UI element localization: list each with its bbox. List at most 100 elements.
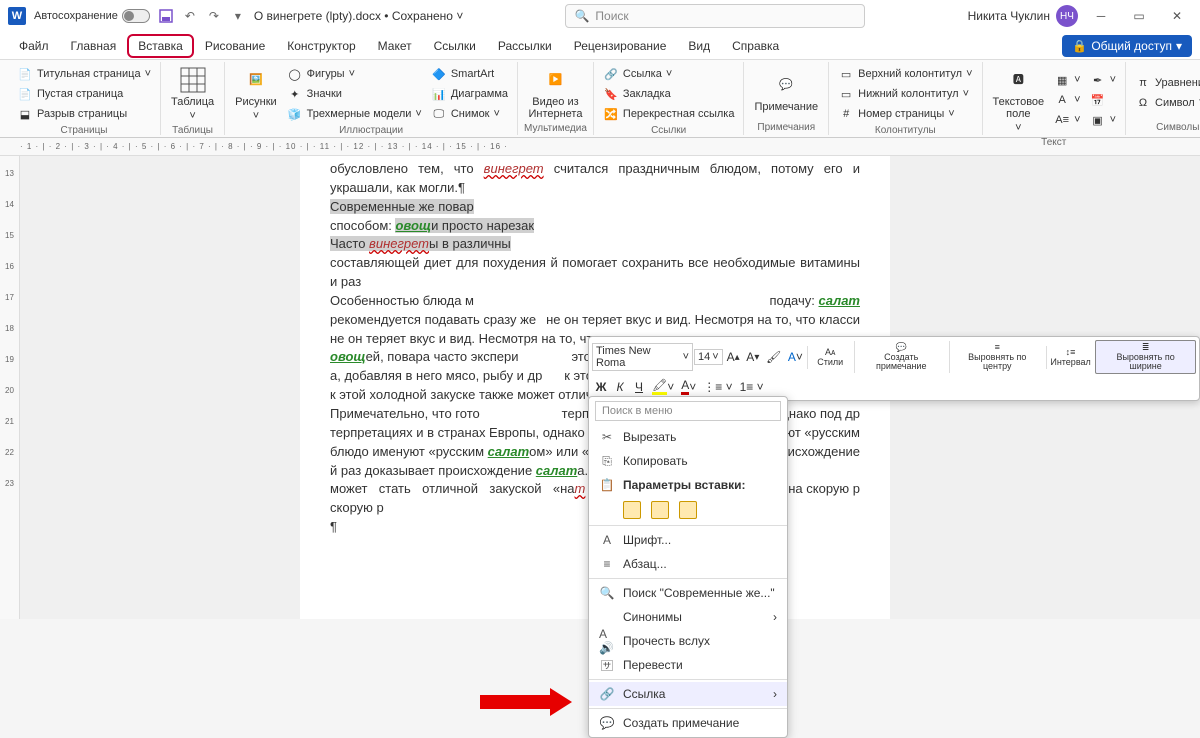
header-button[interactable]: ▭Верхний колонтитул ˅ <box>835 64 975 84</box>
context-search-input[interactable]: Поиск в меню <box>595 401 781 421</box>
format-painter-button[interactable]: 🖌 <box>763 348 784 366</box>
undo-icon[interactable]: ↶ <box>182 8 198 24</box>
read-icon: A🔊 <box>599 633 615 649</box>
synonyms-icon <box>599 609 615 625</box>
equation-button[interactable]: πУравнение ˅ <box>1132 73 1200 93</box>
user-name: Никита Чуклин <box>968 9 1050 23</box>
datetime-button[interactable]: 📅 <box>1087 90 1119 110</box>
tab-references[interactable]: Ссылки <box>423 34 487 58</box>
titlebar: W Автосохранение ↶ ↷ ▾ О винегрете (lpty… <box>0 0 1200 32</box>
wordart-button[interactable]: A˅ <box>1051 90 1083 110</box>
ctx-paste-options: 📋Параметры вставки: <box>589 473 787 497</box>
bold-button[interactable]: Ж <box>592 378 610 396</box>
chart-button[interactable]: 📊Диаграмма <box>428 84 511 104</box>
align-center-button[interactable]: ≡Выровнять по центру <box>949 341 1045 373</box>
tab-insert[interactable]: Вставка <box>127 34 194 58</box>
styles-dropdown[interactable]: A˅ <box>785 348 806 366</box>
dropcap-button[interactable]: A≡˅ <box>1051 110 1083 130</box>
ctx-translate[interactable]: 🈂Перевести <box>589 653 787 677</box>
shrink-font-button[interactable]: A▾ <box>743 348 762 366</box>
search-input[interactable]: 🔍 Поиск <box>565 4 865 28</box>
vertical-ruler[interactable]: 1314151617181920212223 <box>0 156 20 619</box>
spacing-icon: ↕≡ <box>1066 348 1076 357</box>
grow-font-button[interactable]: A▴ <box>724 348 743 366</box>
link-button[interactable]: 🔗Ссылка ˅ <box>600 64 738 84</box>
numbering-button[interactable]: 1≡ ˅ <box>737 378 767 396</box>
quick-parts-button[interactable]: ▦˅ <box>1051 70 1083 90</box>
search-container: 🔍 Поиск <box>471 4 959 28</box>
tab-review[interactable]: Рецензирование <box>563 34 678 58</box>
ctx-font[interactable]: AШрифт... <box>589 528 787 552</box>
underline-button[interactable]: Ч <box>630 378 648 396</box>
qat-dropdown-icon[interactable]: ▾ <box>230 8 246 24</box>
font-color-button[interactable]: A˅ <box>678 376 699 397</box>
table-button[interactable]: Таблица˅ <box>167 64 218 124</box>
symbol-button[interactable]: ΩСимвол ˅ <box>1132 93 1200 113</box>
ctx-new-comment[interactable]: 💬Создать примечание <box>589 711 787 735</box>
screenshot-button[interactable]: 🖵Снимок ˅ <box>428 104 511 124</box>
blank-page-button[interactable]: 📄Пустая страница <box>14 84 154 104</box>
spacing-button[interactable]: ↕≡Интервал <box>1046 346 1094 369</box>
redo-icon[interactable]: ↷ <box>206 8 222 24</box>
ctx-synonyms[interactable]: Синонимы› <box>589 605 787 629</box>
ctx-smart-lookup[interactable]: 🔍Поиск "Современные же..." <box>589 581 787 605</box>
ribbon-group-text: 🅰Текстовое поле˅ ▦˅ A˅ A≡˅ ✒˅ 📅 ▣˅ Текст <box>983 62 1127 135</box>
maximize-button[interactable]: ▭ <box>1124 3 1154 29</box>
ribbon-group-tables: Таблица˅ Таблицы <box>161 62 225 135</box>
ctx-link[interactable]: 🔗Ссылка› <box>589 682 787 706</box>
tab-view[interactable]: Вид <box>677 34 721 58</box>
styles-button[interactable]: AᴀСтили <box>807 346 853 369</box>
context-menu: Поиск в меню ✂Вырезать ⎘Копировать 📋Пара… <box>588 396 788 738</box>
tab-layout[interactable]: Макет <box>367 34 423 58</box>
tab-design[interactable]: Конструктор <box>276 34 366 58</box>
autosave-control[interactable]: Автосохранение <box>34 9 150 23</box>
ctx-paragraph[interactable]: ≡Абзац... <box>589 552 787 576</box>
smartart-icon: 🔷 <box>431 66 447 82</box>
font-size-select[interactable]: 14 ˅ <box>694 349 723 365</box>
tab-home[interactable]: Главная <box>60 34 128 58</box>
page-break-button[interactable]: ⬓Разрыв страницы <box>14 104 154 124</box>
paste-keep-source[interactable] <box>623 501 641 519</box>
symbol-icon: Ω <box>1135 95 1151 111</box>
ctx-cut[interactable]: ✂Вырезать <box>589 425 787 449</box>
font-family-select[interactable]: Times New Roma ˅ <box>592 343 693 371</box>
avatar: НЧ <box>1056 5 1078 27</box>
3d-models-button[interactable]: 🧊Трехмерные модели ˅ <box>284 104 425 124</box>
smartart-button[interactable]: 🔷SmartArt <box>428 64 511 84</box>
cover-page-button[interactable]: 📄Титульная страница ˅ <box>14 64 154 84</box>
new-comment-button[interactable]: 💬Создать примечание <box>854 341 948 373</box>
paste-merge[interactable] <box>651 501 669 519</box>
italic-button[interactable]: К <box>611 378 629 396</box>
ribbon-group-comments: 💬Примечание Примечания <box>744 62 829 135</box>
shapes-button[interactable]: ◯Фигуры ˅ <box>284 64 425 84</box>
textbox-button[interactable]: 🅰Текстовое поле˅ <box>989 64 1049 136</box>
tab-file[interactable]: Файл <box>8 34 60 58</box>
tab-help[interactable]: Справка <box>721 34 790 58</box>
ctx-read-aloud[interactable]: A🔊Прочесть вслух <box>589 629 787 653</box>
comment-icon: 💬 <box>599 715 615 731</box>
footer-button[interactable]: ▭Нижний колонтитул ˅ <box>835 84 975 104</box>
paste-text-only[interactable] <box>679 501 697 519</box>
tab-mailings[interactable]: Рассылки <box>487 34 563 58</box>
bullets-button[interactable]: ⋮≡ ˅ <box>700 378 735 396</box>
save-icon[interactable] <box>158 8 174 24</box>
pagenum-button[interactable]: #Номер страницы ˅ <box>835 104 975 124</box>
tab-draw[interactable]: Рисование <box>194 34 276 58</box>
share-button[interactable]: 🔒 Общий доступ ▾ <box>1062 35 1192 57</box>
close-button[interactable]: ✕ <box>1162 3 1192 29</box>
object-button[interactable]: ▣˅ <box>1087 110 1119 130</box>
comment-button[interactable]: 💬Примечание <box>750 69 822 115</box>
sig-line-button[interactable]: ✒˅ <box>1087 70 1119 90</box>
horizontal-ruler[interactable]: · 1 · | · 2 · | · 3 · | · 4 · | · 5 · | … <box>0 138 1200 156</box>
crossref-button[interactable]: 🔀Перекрестная ссылка <box>600 104 738 124</box>
highlight-button[interactable]: 🖍˅ <box>649 376 677 397</box>
pictures-button[interactable]: 🖼️Рисунки˅ <box>231 64 281 124</box>
online-video-button[interactable]: ▶️Видео из Интернета <box>524 64 587 122</box>
icons-button[interactable]: ✦Значки <box>284 84 425 104</box>
justify-button[interactable]: ≣Выровнять по ширине <box>1095 340 1196 374</box>
bookmark-button[interactable]: 🔖Закладка <box>600 84 738 104</box>
ctx-copy[interactable]: ⎘Копировать <box>589 449 787 473</box>
autosave-toggle[interactable] <box>122 9 150 23</box>
user-account[interactable]: Никита Чуклин НЧ <box>968 5 1078 27</box>
minimize-button[interactable]: ─ <box>1086 3 1116 29</box>
